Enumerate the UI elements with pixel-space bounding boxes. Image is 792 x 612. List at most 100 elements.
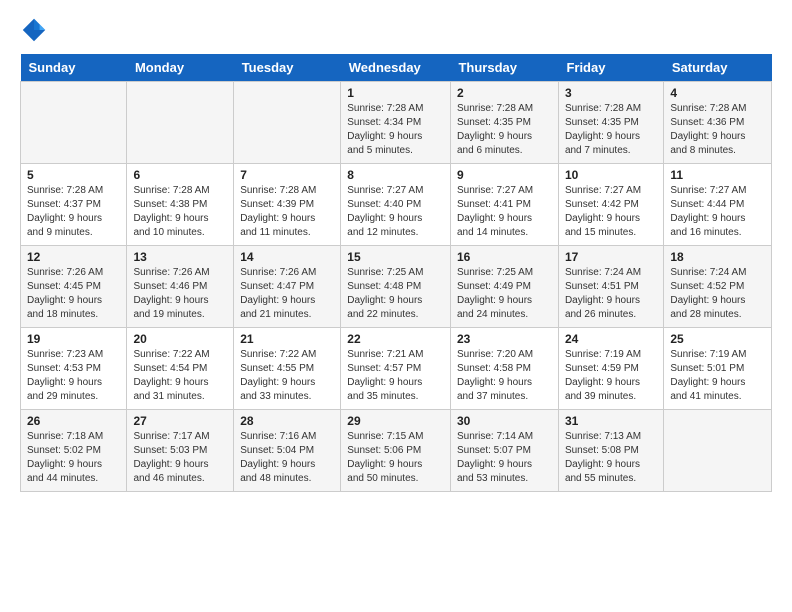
day-number: 7 [240, 168, 334, 182]
cell-content: Sunrise: 7:15 AM Sunset: 5:06 PM Dayligh… [347, 430, 444, 486]
day-number: 26 [27, 414, 120, 428]
calendar-cell: 14 Sunrise: 7:26 AM Sunset: 4:47 PM Dayli… [234, 246, 341, 328]
calendar-cell: 11 Sunrise: 7:27 AM Sunset: 4:44 PM Dayli… [664, 164, 772, 246]
calendar-body: 1Sunrise: 7:28 AM Sunset: 4:34 PM Daylig… [21, 82, 772, 492]
cell-content: Sunrise: 7:17 AM Sunset: 5:03 PM Dayligh… [133, 430, 227, 486]
logo-icon [20, 16, 48, 44]
day-number: 19 [27, 332, 120, 346]
cell-content: Sunrise: 7:28 AM Sunset: 4:37 PM Dayligh… [27, 184, 120, 240]
calendar-table: SundayMondayTuesdayWednesdayThursdayFrid… [20, 54, 772, 492]
day-number: 8 [347, 168, 444, 182]
cell-content: Sunrise: 7:26 AM Sunset: 4:46 PM Dayligh… [133, 266, 227, 322]
calendar-cell: 1Sunrise: 7:28 AM Sunset: 4:34 PM Daylig… [341, 82, 451, 164]
header-friday: Friday [558, 54, 663, 82]
calendar-cell: 31Sunrise: 7:13 AM Sunset: 5:08 PM Dayli… [558, 410, 663, 492]
day-number: 10 [565, 168, 657, 182]
calendar-cell: 24 Sunrise: 7:19 AM Sunset: 4:59 PM Dayli… [558, 328, 663, 410]
cell-content: Sunrise: 7:24 AM Sunset: 4:52 PM Dayligh… [670, 266, 765, 322]
day-number: 14 [240, 250, 334, 264]
week-row-4: 26 Sunrise: 7:18 AM Sunset: 5:02 PM Dayli… [21, 410, 772, 492]
calendar-cell: 15 Sunrise: 7:25 AM Sunset: 4:48 PM Dayli… [341, 246, 451, 328]
cell-content: Sunrise: 7:14 AM Sunset: 5:07 PM Dayligh… [457, 430, 552, 486]
calendar-cell: 20 Sunrise: 7:22 AM Sunset: 4:54 PM Dayli… [127, 328, 234, 410]
week-row-1: 5 Sunrise: 7:28 AM Sunset: 4:37 PM Daylig… [21, 164, 772, 246]
cell-content: Sunrise: 7:26 AM Sunset: 4:47 PM Dayligh… [240, 266, 334, 322]
day-number: 3 [565, 86, 657, 100]
day-number: 13 [133, 250, 227, 264]
calendar-cell [21, 82, 127, 164]
cell-content: Sunrise: 7:23 AM Sunset: 4:53 PM Dayligh… [27, 348, 120, 404]
logo [20, 16, 52, 44]
header-monday: Monday [127, 54, 234, 82]
cell-content: Sunrise: 7:19 AM Sunset: 4:59 PM Dayligh… [565, 348, 657, 404]
cell-content: Sunrise: 7:28 AM Sunset: 4:35 PM Dayligh… [457, 102, 552, 158]
day-number: 29 [347, 414, 444, 428]
cell-content: Sunrise: 7:27 AM Sunset: 4:42 PM Dayligh… [565, 184, 657, 240]
calendar-cell: 18Sunrise: 7:24 AM Sunset: 4:52 PM Dayli… [664, 246, 772, 328]
calendar-cell: 27Sunrise: 7:17 AM Sunset: 5:03 PM Dayli… [127, 410, 234, 492]
calendar-cell: 4 Sunrise: 7:28 AM Sunset: 4:36 PM Daylig… [664, 82, 772, 164]
header-wednesday: Wednesday [341, 54, 451, 82]
calendar-cell: 23Sunrise: 7:20 AM Sunset: 4:58 PM Dayli… [450, 328, 558, 410]
calendar-cell: 12Sunrise: 7:26 AM Sunset: 4:45 PM Dayli… [21, 246, 127, 328]
day-number: 28 [240, 414, 334, 428]
day-number: 2 [457, 86, 552, 100]
week-row-3: 19 Sunrise: 7:23 AM Sunset: 4:53 PM Dayli… [21, 328, 772, 410]
day-number: 5 [27, 168, 120, 182]
day-number: 1 [347, 86, 444, 100]
header-tuesday: Tuesday [234, 54, 341, 82]
cell-content: Sunrise: 7:28 AM Sunset: 4:39 PM Dayligh… [240, 184, 334, 240]
cell-content: Sunrise: 7:28 AM Sunset: 4:35 PM Dayligh… [565, 102, 657, 158]
day-number: 16 [457, 250, 552, 264]
day-number: 11 [670, 168, 765, 182]
week-row-0: 1Sunrise: 7:28 AM Sunset: 4:34 PM Daylig… [21, 82, 772, 164]
header-saturday: Saturday [664, 54, 772, 82]
calendar-cell: 10 Sunrise: 7:27 AM Sunset: 4:42 PM Dayli… [558, 164, 663, 246]
cell-content: Sunrise: 7:20 AM Sunset: 4:58 PM Dayligh… [457, 348, 552, 404]
day-number: 9 [457, 168, 552, 182]
header-thursday: Thursday [450, 54, 558, 82]
calendar-cell: 9Sunrise: 7:27 AM Sunset: 4:41 PM Daylig… [450, 164, 558, 246]
cell-content: Sunrise: 7:25 AM Sunset: 4:48 PM Dayligh… [347, 266, 444, 322]
day-number: 4 [670, 86, 765, 100]
calendar-cell: 3 Sunrise: 7:28 AM Sunset: 4:35 PM Daylig… [558, 82, 663, 164]
calendar-cell: 25 Sunrise: 7:19 AM Sunset: 5:01 PM Dayli… [664, 328, 772, 410]
week-row-2: 12Sunrise: 7:26 AM Sunset: 4:45 PM Dayli… [21, 246, 772, 328]
cell-content: Sunrise: 7:28 AM Sunset: 4:36 PM Dayligh… [670, 102, 765, 158]
cell-content: Sunrise: 7:24 AM Sunset: 4:51 PM Dayligh… [565, 266, 657, 322]
day-number: 20 [133, 332, 227, 346]
cell-content: Sunrise: 7:16 AM Sunset: 5:04 PM Dayligh… [240, 430, 334, 486]
calendar-cell [234, 82, 341, 164]
cell-content: Sunrise: 7:26 AM Sunset: 4:45 PM Dayligh… [27, 266, 120, 322]
calendar-cell: 19 Sunrise: 7:23 AM Sunset: 4:53 PM Dayli… [21, 328, 127, 410]
calendar-cell: 28 Sunrise: 7:16 AM Sunset: 5:04 PM Dayli… [234, 410, 341, 492]
calendar-cell: 7 Sunrise: 7:28 AM Sunset: 4:39 PM Daylig… [234, 164, 341, 246]
day-number: 15 [347, 250, 444, 264]
calendar-cell: 21 Sunrise: 7:22 AM Sunset: 4:55 PM Dayli… [234, 328, 341, 410]
day-number: 6 [133, 168, 227, 182]
calendar-cell: 8Sunrise: 7:27 AM Sunset: 4:40 PM Daylig… [341, 164, 451, 246]
calendar-cell: 30Sunrise: 7:14 AM Sunset: 5:07 PM Dayli… [450, 410, 558, 492]
calendar-cell [127, 82, 234, 164]
cell-content: Sunrise: 7:18 AM Sunset: 5:02 PM Dayligh… [27, 430, 120, 486]
cell-content: Sunrise: 7:22 AM Sunset: 4:54 PM Dayligh… [133, 348, 227, 404]
day-number: 25 [670, 332, 765, 346]
page-header [20, 16, 772, 44]
cell-content: Sunrise: 7:21 AM Sunset: 4:57 PM Dayligh… [347, 348, 444, 404]
calendar-cell: 13 Sunrise: 7:26 AM Sunset: 4:46 PM Dayli… [127, 246, 234, 328]
cell-content: Sunrise: 7:22 AM Sunset: 4:55 PM Dayligh… [240, 348, 334, 404]
day-number: 21 [240, 332, 334, 346]
calendar-cell: 17Sunrise: 7:24 AM Sunset: 4:51 PM Dayli… [558, 246, 663, 328]
cell-content: Sunrise: 7:28 AM Sunset: 4:38 PM Dayligh… [133, 184, 227, 240]
header-sunday: Sunday [21, 54, 127, 82]
calendar-cell: 22Sunrise: 7:21 AM Sunset: 4:57 PM Dayli… [341, 328, 451, 410]
header-row: SundayMondayTuesdayWednesdayThursdayFrid… [21, 54, 772, 82]
day-number: 24 [565, 332, 657, 346]
cell-content: Sunrise: 7:27 AM Sunset: 4:44 PM Dayligh… [670, 184, 765, 240]
calendar-cell: 16Sunrise: 7:25 AM Sunset: 4:49 PM Dayli… [450, 246, 558, 328]
calendar-cell: 6 Sunrise: 7:28 AM Sunset: 4:38 PM Daylig… [127, 164, 234, 246]
cell-content: Sunrise: 7:13 AM Sunset: 5:08 PM Dayligh… [565, 430, 657, 486]
cell-content: Sunrise: 7:19 AM Sunset: 5:01 PM Dayligh… [670, 348, 765, 404]
calendar-header: SundayMondayTuesdayWednesdayThursdayFrid… [21, 54, 772, 82]
calendar-cell: 29 Sunrise: 7:15 AM Sunset: 5:06 PM Dayli… [341, 410, 451, 492]
